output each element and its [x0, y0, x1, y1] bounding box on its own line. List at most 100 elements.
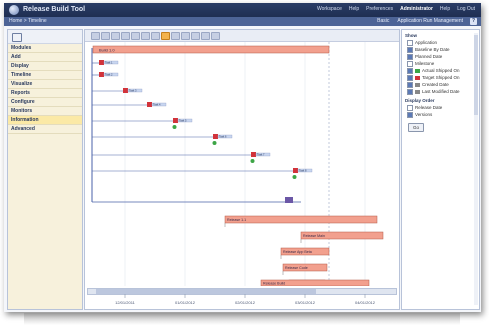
- order-option-1[interactable]: Release Date: [402, 104, 479, 111]
- sidebar-header: [8, 30, 82, 44]
- milestone-marker-7: [251, 152, 256, 157]
- timeline-chart[interactable]: Build 1.0 Task 1 Task 2 Task 3 Task 4 Task 5 T…: [85, 42, 399, 286]
- legend-label: Target Shipped On: [422, 75, 460, 80]
- milestone-marker-6: [213, 134, 218, 139]
- timeline-bar-4-label: Release App Beta: [283, 250, 312, 254]
- toolbar-button-10[interactable]: [181, 32, 190, 40]
- toolbar-button-11[interactable]: [191, 32, 200, 40]
- sub-bar: Home > Timeline Basic Application Run Ma…: [4, 17, 481, 26]
- legend-checkbox-4[interactable]: [407, 88, 413, 95]
- milestone-marker-4: [147, 102, 152, 107]
- show-option-2[interactable]: Baseline By Date: [402, 46, 479, 53]
- show-heading: Show: [405, 33, 417, 38]
- milestone-label-6: Task 6: [219, 135, 227, 139]
- legend-swatch-2: [415, 75, 420, 80]
- show-option-label: Milestone: [415, 61, 435, 66]
- sidebar-item-visualize[interactable]: Visualize: [8, 80, 82, 89]
- time-axis: 12/01/2011 01/01/2012 02/01/2012 03/01/2012…: [115, 294, 376, 305]
- milestone-label-5: Task 5: [179, 119, 187, 123]
- show-checkbox-2[interactable]: [407, 46, 413, 53]
- timeline-bar-7-label: Release Build: [263, 282, 285, 286]
- top-nav: Workspace Help Preferences Administrator…: [317, 6, 475, 12]
- top-nav-preferences[interactable]: Preferences: [366, 6, 393, 12]
- toolbar-button-1[interactable]: [91, 32, 100, 40]
- help-button[interactable]: ?: [470, 18, 477, 25]
- top-nav-logout[interactable]: Log Out: [457, 6, 475, 12]
- baseline-marker: [285, 197, 293, 203]
- app-window: Release Build Tool Workspace Help Prefer…: [4, 3, 481, 312]
- show-option-4[interactable]: Milestone: [402, 60, 479, 67]
- legend-label: Actual Shipped On: [422, 68, 460, 73]
- timeline-bar-3-label: Release Main: [303, 234, 325, 238]
- top-nav-help-2[interactable]: Help: [440, 6, 450, 12]
- axis-label-1: 12/01/2011: [115, 300, 135, 305]
- order-checkbox-2[interactable]: [407, 111, 413, 118]
- legend-swatch-3: [415, 82, 420, 87]
- timeline-panel: Build 1.0 Task 1 Task 2 Task 3 Task 4 Task 5 T…: [84, 29, 400, 310]
- sub-nav-basic[interactable]: Basic: [377, 18, 389, 24]
- sidebar-item-modules[interactable]: Modules: [8, 44, 82, 53]
- toolbar-button-12[interactable]: [201, 32, 210, 40]
- legend-checkbox-1[interactable]: [407, 67, 413, 74]
- sidebar-item-reports[interactable]: Reports: [8, 89, 82, 98]
- milestone-marker-3: [123, 88, 128, 93]
- milestone-label-1: Task 1: [105, 61, 113, 65]
- display-order-options: Release Date Versions: [402, 104, 479, 118]
- sub-nav-app-run[interactable]: Application Run Management: [397, 18, 463, 24]
- axis-label-3: 02/01/2012: [235, 300, 256, 305]
- legend-item-3: Created Date: [402, 81, 479, 88]
- order-checkbox-1[interactable]: [407, 104, 413, 111]
- milestone-label-2: Task 2: [105, 73, 113, 77]
- order-option-label: Release Date: [415, 105, 443, 110]
- sidebar-item-timeline[interactable]: Timeline: [8, 71, 82, 80]
- title-bar: Release Build Tool Workspace Help Prefer…: [4, 3, 481, 17]
- sidebar: Modules Add Display Timeline Visualize Report…: [7, 29, 83, 310]
- top-nav-help[interactable]: Help: [349, 6, 359, 12]
- milestone-label-3: Task 3: [129, 89, 137, 93]
- toolbar-button-4[interactable]: [121, 32, 130, 40]
- toolbar-button-6[interactable]: [141, 32, 150, 40]
- app-title: Release Build Tool: [23, 6, 86, 13]
- vertical-scrollbar[interactable]: [474, 33, 478, 305]
- top-nav-user[interactable]: Administrator: [400, 6, 433, 12]
- app-logo-icon: [9, 5, 19, 15]
- sidebar-item-configure[interactable]: Configure: [8, 98, 82, 107]
- top-nav-workspace[interactable]: Workspace: [317, 6, 342, 12]
- timeline-bar-1-label: Build 1.0: [99, 48, 115, 53]
- toolbar-button-7[interactable]: [151, 32, 160, 40]
- go-button[interactable]: Go: [408, 123, 424, 132]
- legend-checkbox-2[interactable]: [407, 74, 413, 81]
- sidebar-item-display[interactable]: Display: [8, 62, 82, 71]
- milestone-actual-dot-6: [212, 141, 217, 145]
- content-area: Modules Add Display Timeline Visualize Report…: [4, 26, 481, 312]
- axis-label-5: 04/01/2012: [355, 300, 376, 305]
- sidebar-item-advanced[interactable]: Advanced: [8, 125, 82, 134]
- sidebar-item-information[interactable]: Information: [8, 116, 82, 125]
- sidebar-item-monitors[interactable]: Monitors: [8, 107, 82, 116]
- legend-checkbox-3[interactable]: [407, 81, 413, 88]
- toolbar-button-5[interactable]: [131, 32, 140, 40]
- timeline-bar-2-label: Release 1.1: [227, 218, 246, 222]
- order-option-2[interactable]: Versions: [402, 111, 479, 118]
- legend-swatch-4: [415, 89, 420, 94]
- toolbar-button-9[interactable]: [171, 32, 180, 40]
- legend-label: Last Modified Date: [422, 89, 460, 94]
- vertical-scrollbar-thumb[interactable]: [474, 35, 478, 115]
- toolbar-button-2[interactable]: [101, 32, 110, 40]
- filter-panel: Show Application Baseline By Date Planned …: [401, 29, 480, 310]
- breadcrumb[interactable]: Home > Timeline: [9, 18, 47, 24]
- navigator-icon[interactable]: [12, 33, 22, 42]
- show-checkbox-1[interactable]: [407, 39, 413, 46]
- show-option-1[interactable]: Application: [402, 39, 479, 46]
- legend: Actual Shipped On Target Shipped On Create…: [402, 67, 479, 95]
- axis-label-2: 01/01/2012: [175, 300, 196, 305]
- toolbar-button-8[interactable]: [161, 32, 170, 40]
- milestone-actual-dot-8: [292, 175, 297, 179]
- toolbar-button-3[interactable]: [111, 32, 120, 40]
- show-checkbox-4[interactable]: [407, 60, 413, 67]
- toolbar-button-13[interactable]: [211, 32, 220, 40]
- show-checkbox-3[interactable]: [407, 53, 413, 60]
- milestone-label-8: Task 8: [299, 169, 307, 173]
- show-option-3[interactable]: Planned Date: [402, 53, 479, 60]
- sidebar-item-add[interactable]: Add: [8, 53, 82, 62]
